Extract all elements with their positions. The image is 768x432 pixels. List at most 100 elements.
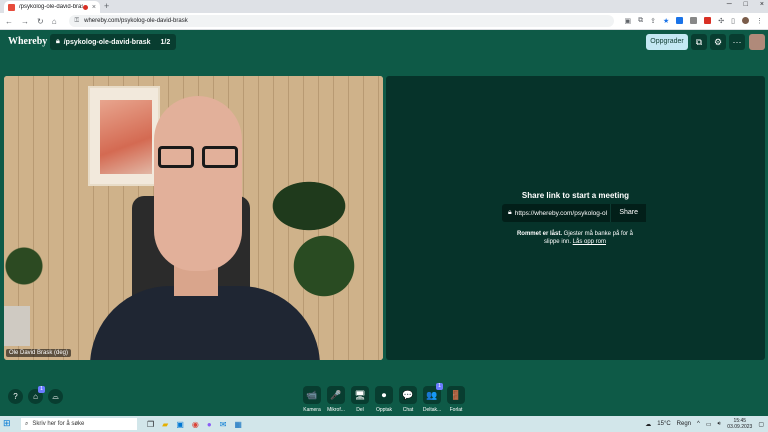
new-tab-button[interactable]: + [104, 1, 109, 11]
file-explorer-icon[interactable]: ▰ [162, 420, 168, 429]
person-head [154, 96, 242, 271]
help-button[interactable]: ? [8, 389, 23, 404]
extension-icon[interactable] [704, 17, 712, 24]
minimize-button[interactable]: ─ [727, 1, 732, 8]
plant-pot [4, 306, 30, 346]
lock-icon: 🔒︎ [508, 209, 512, 216]
user-avatar[interactable] [749, 34, 765, 50]
camera-control[interactable]: 📹 Kamera [302, 386, 322, 413]
clock-date: 03.09.2023 [727, 424, 753, 430]
search-placeholder: Skriv her for å søke [32, 421, 85, 427]
knock-count-badge: 1 [38, 386, 45, 393]
window-controls: ─ □ × [727, 1, 764, 8]
share-button[interactable]: Share [610, 204, 646, 222]
record-label: Opptak [375, 407, 393, 413]
record-control[interactable]: ⏺ Opptak [374, 386, 394, 413]
room-locked-message: Rommet er låst. Gjester må banke på for … [512, 230, 638, 246]
profile-avatar-icon[interactable] [742, 17, 749, 24]
back-icon[interactable]: ← [5, 17, 13, 26]
room-info-pill[interactable]: 🔒︎ /psykolog-ole-david-brask 1/2 [50, 34, 177, 50]
app-header: Whereby 🔒︎ /psykolog-ole-david-brask 1/2… [0, 30, 768, 54]
upgrade-button[interactable]: Oppgrader [646, 34, 688, 50]
lock-room-button[interactable]: ⌓ [48, 389, 63, 404]
site-info-icon[interactable]: ⚿ [75, 18, 80, 25]
camera-icon[interactable]: 📹 [303, 386, 321, 404]
clock[interactable]: 15:45 03.09.2023 [727, 418, 752, 430]
lock-icon: 🔒︎ [56, 38, 60, 45]
participants-label: Deltak... [422, 407, 442, 413]
screen-share-icon[interactable]: 🖥 [351, 386, 369, 404]
extension-icon[interactable] [676, 17, 684, 24]
chrome-icon[interactable]: ◉ [192, 420, 199, 429]
whereby-favicon-icon [8, 3, 15, 11]
unlock-room-link[interactable]: Lås opp rom [573, 239, 606, 245]
system-tray: ☁ 15°C Regn ^ ▭ 🔉︎ 15:45 03.09.2023 ▢ [645, 416, 764, 432]
recording-indicator-icon [82, 4, 88, 10]
tab-close-icon[interactable]: × [92, 4, 96, 11]
wall-painting [88, 86, 160, 186]
close-window-button[interactable]: × [760, 1, 764, 8]
weather-temp[interactable]: 15°C [657, 421, 670, 427]
room-name: /psykolog-ole-david-brask [63, 38, 151, 46]
share-screen-control[interactable]: 🖥 Del [350, 386, 370, 413]
share-page-icon[interactable]: ⇪ [650, 17, 656, 25]
chat-icon[interactable]: 💬 [399, 386, 417, 404]
record-icon[interactable]: ⏺ [375, 386, 393, 404]
leave-control[interactable]: 🚪 Forlat [446, 386, 466, 413]
home-icon[interactable]: ⌂ [52, 17, 57, 26]
leave-label: Forlat [449, 407, 463, 413]
notifications-icon[interactable]: ▢ [758, 421, 764, 428]
side-panel-icon[interactable]: ▯ [731, 17, 735, 25]
extension-icon[interactable] [690, 17, 698, 24]
microphone-control[interactable]: 🎤 Mikrof... [326, 386, 346, 413]
store-icon[interactable]: ▣ [176, 420, 184, 429]
share-screen-label: Del [356, 407, 364, 413]
share-title: Share link to start a meeting [521, 191, 630, 200]
extensions-puzzle-icon[interactable]: ✣ [718, 17, 724, 25]
hidden-icons-chevron-icon[interactable]: ^ [697, 421, 700, 427]
browser-tab[interactable]: /psykolog-ole-david-brask × [4, 1, 100, 13]
camera-permission-icon[interactable]: ▣ [624, 17, 631, 25]
volume-icon[interactable]: 🔉︎ [718, 421, 722, 428]
chat-label: Chat [402, 407, 414, 413]
more-options-icon[interactable]: ··· [729, 34, 745, 50]
self-video-tile[interactable]: Ole David Brask (deg) [4, 76, 383, 360]
open-in-window-icon[interactable]: ⧉ [638, 17, 643, 25]
knock-room-button[interactable]: ⌂ 1 [28, 386, 45, 404]
settings-gear-icon[interactable]: ⚙ [710, 34, 726, 50]
task-view-icon[interactable]: ❐ [147, 420, 154, 429]
microphone-label: Mikrof... [327, 407, 345, 413]
whereby-logo[interactable]: Whereby [8, 36, 47, 47]
network-icon[interactable]: ▭ [706, 421, 712, 428]
weather-label[interactable]: Regn [677, 421, 691, 427]
share-link-panel: Share link to start a meeting 🔒︎ Share R… [386, 76, 765, 360]
door-icon: ⌂ [33, 392, 38, 401]
chat-control[interactable]: 💬 Chat [398, 386, 418, 413]
room-link-input[interactable] [514, 209, 611, 217]
reload-icon[interactable]: ↻ [37, 17, 44, 26]
photos-icon[interactable]: ▦ [234, 420, 242, 429]
maximize-button[interactable]: □ [744, 1, 748, 8]
participant-count: 1/2 [160, 38, 171, 46]
mail-icon[interactable]: ✉ [220, 420, 227, 429]
weather-icon: ☁ [645, 421, 652, 428]
browser-menu-icon[interactable]: ⋮ [756, 17, 763, 25]
windows-start-icon[interactable]: ⊞ [3, 418, 15, 430]
microphone-icon[interactable]: 🎤 [327, 386, 345, 404]
bookmark-star-icon[interactable]: ★ [663, 17, 669, 25]
forward-icon[interactable]: → [21, 17, 29, 26]
glasses [158, 146, 242, 170]
app-icon[interactable]: ● [207, 420, 212, 429]
url-field[interactable]: ⚿ whereby.com/psykolog-ole-david-brask [68, 15, 615, 27]
leave-icon[interactable]: 🚪 [447, 386, 465, 404]
address-bar: ← → ↻ ⌂ ⚿ whereby.com/psykolog-ole-david… [0, 13, 768, 30]
participants-control[interactable]: 👥 1 Deltak... [422, 383, 443, 413]
locked-status: Rommet er låst. [516, 231, 562, 237]
camera-label: Kamera [303, 407, 321, 413]
taskbar-apps: ❐ ▰ ▣ ◉ ● ✉ ▦ [147, 420, 242, 429]
taskbar-search[interactable]: ⌕ Skriv her for å søke [21, 418, 137, 430]
participants-icon[interactable]: 👥 1 [423, 383, 443, 404]
picture-in-picture-icon[interactable]: ⧉ [691, 34, 707, 50]
browser-tab-bar: /psykolog-ole-david-brask × + ─ □ × [0, 0, 768, 13]
browser-toolbar-icons: ▣ ⧉ ⇪ ★ ✣ ▯ ⋮ [624, 17, 763, 25]
